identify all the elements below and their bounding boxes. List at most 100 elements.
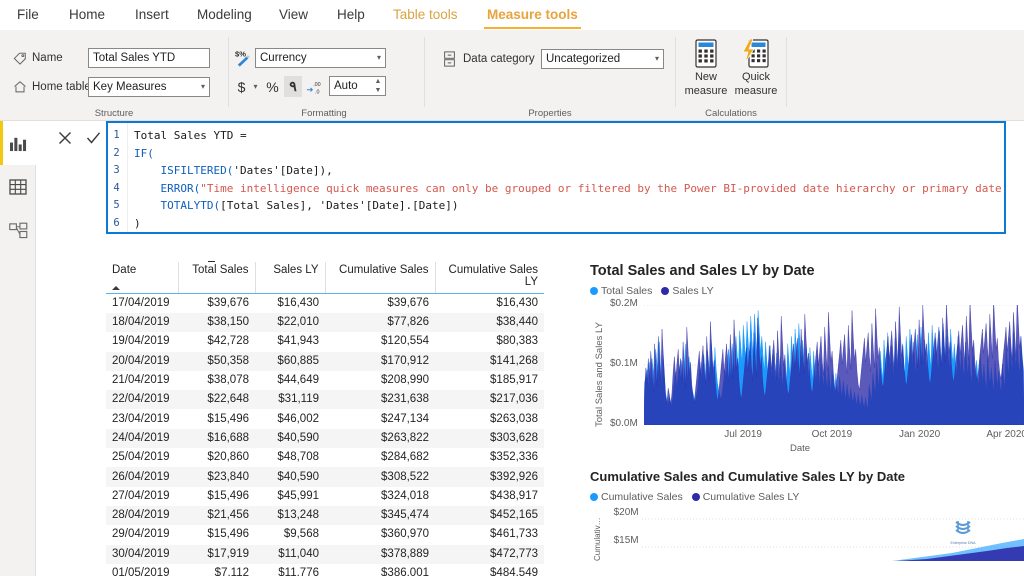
legend-label: Sales LY (672, 285, 714, 297)
table-row[interactable]: 25/04/2019 $20,860 $48,708 $284,682 $352,336 (106, 448, 544, 467)
format-type-select[interactable]: Currency ▾ (255, 48, 386, 68)
decimal-places-stepper[interactable]: ▲ ▼ (373, 78, 383, 95)
table-column-header-label: Date (112, 264, 137, 276)
ribbon-group-calculations: New measure Quick measure Calculations (676, 31, 786, 121)
measure-name-input[interactable]: Total Sales YTD (88, 48, 210, 68)
table-cell: $170,912 (325, 351, 435, 371)
sidebar-item-data-view[interactable] (0, 165, 36, 209)
table-column-header[interactable]: Cumulative Sales (325, 262, 436, 294)
table-header-row: Date Total Sales Sales LY Cumulative Sales C… (106, 262, 544, 294)
chart1-legend[interactable]: Total Sales Sales LY (590, 285, 1024, 297)
ribbon-group-caption-properties: Properties (528, 108, 572, 119)
ribbon-tab-view[interactable]: View (270, 0, 317, 31)
table-cell: $352,336 (490, 451, 538, 464)
dax-line-text: ISFILTERED('Dates'[Date]), (134, 162, 333, 180)
ribbon-tab-help[interactable]: Help (328, 0, 374, 31)
ribbon-tab-table-tools[interactable]: Table tools (384, 0, 467, 31)
data-category-icon (441, 50, 457, 68)
table-row[interactable]: 23/04/2019 $15,496 $46,002 $247,134 $263,038 (106, 409, 544, 428)
decimal-places-input[interactable]: Auto ▲ ▼ (329, 76, 386, 96)
ribbon-tab-insert[interactable]: Insert (126, 0, 178, 31)
table-column-header[interactable]: Sales LY (255, 262, 326, 294)
dax-token (134, 164, 161, 177)
table-cell: $15,496 (207, 528, 249, 541)
currency-dropdown-chevron-icon[interactable]: ▾ (250, 76, 261, 97)
table-row[interactable]: 30/04/2019 $17,919 $11,040 $378,889 $472,773 (106, 544, 544, 564)
ribbon-tab-modeling[interactable]: Modeling (188, 0, 261, 31)
table-cell: $40,590 (255, 428, 325, 449)
chart1-plot-area: Total Sales and Sales LY $0.0M $0.1M $0.2M… (590, 297, 1024, 454)
currency-format-button[interactable]: $ (234, 76, 249, 97)
ribbon-tab-home[interactable]: Home (60, 0, 114, 31)
table-row[interactable]: 18/04/2019 $38,150 $22,010 $77,826 $38,440 (106, 313, 544, 333)
chart1-x-tick: Jan 2020 (899, 429, 941, 440)
table-row[interactable]: 20/04/2019 $50,358 $60,885 $170,912 $141,268 (106, 351, 544, 371)
home-table-select[interactable]: Key Measures ▾ (88, 77, 210, 97)
table-row[interactable]: 21/04/2019 $38,078 $44,649 $208,990 $185,917 (106, 371, 544, 390)
legend-item-total-sales[interactable]: Total Sales (590, 285, 652, 297)
table-cell: $15,496 (207, 489, 249, 502)
legend-item-sales-ly[interactable]: Sales LY (661, 285, 714, 297)
table-cell: $39,676 (207, 297, 249, 309)
table-cell: 01/05/2019 (112, 567, 170, 576)
ribbon-tab-measure-tools[interactable]: Measure tools (478, 0, 587, 31)
table-cell: 20/04/2019 (106, 351, 178, 371)
dax-token: "Time intelligence quick measures can on… (200, 181, 1006, 195)
thousands-separator-button[interactable]: ٩ (284, 76, 302, 97)
table-row[interactable]: 27/04/2019 $15,496 $45,991 $324,018 $438,917 (106, 487, 544, 506)
sidebar-item-model-view[interactable] (0, 209, 36, 253)
table-cell: $38,150 (178, 313, 255, 333)
ribbon-group-caption-formatting: Formatting (301, 108, 347, 119)
dax-token: TOTALYTD( (160, 199, 221, 212)
legend-item-cumulative-sales-ly[interactable]: Cumulative Sales LY (691, 491, 799, 503)
table-cell: $39,676 (387, 297, 429, 309)
table-row[interactable]: 24/04/2019 $16,688 $40,590 $263,822 $303,628 (106, 428, 544, 449)
table-cell: $141,268 (435, 351, 544, 371)
table-row[interactable]: 17/04/2019 $39,676 $16,430 $39,676 $16,430 (106, 294, 544, 314)
table-row[interactable]: 19/04/2019 $42,728 $41,943 $120,554 $80,383 (106, 332, 544, 351)
table-cell: $11,040 (255, 544, 325, 564)
sort-ascending-icon (112, 286, 120, 290)
table-cell: $42,728 (207, 335, 249, 348)
line-number: 2 (113, 146, 120, 159)
chevron-down-icon: ▾ (200, 82, 205, 91)
chart1-y-axis-title: Total Sales and Sales LY (594, 322, 605, 427)
new-measure-button[interactable]: New measure (680, 35, 732, 97)
table-row[interactable]: 28/04/2019 $21,456 $13,248 $345,474 $452,165 (106, 505, 544, 526)
table-cell: $31,119 (255, 390, 325, 410)
quick-measure-button[interactable]: Quick measure (730, 35, 782, 97)
chevron-down-icon: ▾ (654, 54, 659, 63)
table-row[interactable]: 29/04/2019 $15,496 $9,568 $360,970 $461,733 (106, 525, 544, 544)
table-column-header[interactable]: Cumulative Sales LY (435, 262, 544, 294)
table-row[interactable]: 01/05/2019 $7,112 $11,776 $386,001 $484,549 (106, 564, 544, 576)
dax-code-editor[interactable]: 1 Total Sales YTD = 2 IF(3 ISFILTERED('Date… (106, 121, 1006, 234)
table-cell: $16,430 (496, 297, 538, 309)
table-column-header[interactable]: Total Sales (178, 262, 256, 294)
table-cell: $11,776 (278, 567, 319, 576)
model-relationships-icon (8, 222, 27, 239)
chart-total-sales-and-sales-ly[interactable]: Total Sales and Sales LY by Date Total S… (590, 262, 1024, 462)
table-cell: $303,628 (435, 428, 544, 449)
chart-cumulative-sales[interactable]: Cumulative Sales and Cumulative Sales LY… (590, 468, 1024, 576)
table-row[interactable]: 26/04/2019 $23,840 $40,590 $308,522 $392,926 (106, 467, 544, 487)
line-number: 1 (113, 129, 120, 141)
decimal-places-icon-button[interactable]: .00 .0 (305, 76, 325, 97)
ribbon-group-properties: Data category Uncategorized ▾ Properties (425, 31, 675, 121)
svg-text:$%: $% (235, 49, 246, 58)
accept-formula-button[interactable] (80, 127, 106, 149)
table-cell: $38,440 (435, 313, 544, 333)
legend-item-cumulative-sales[interactable]: Cumulative Sales (590, 491, 683, 503)
table-visual[interactable]: Date Total Sales Sales LY Cumulative Sales C… (106, 262, 544, 576)
cancel-formula-button[interactable] (52, 127, 78, 149)
table-column-header[interactable]: Date (106, 262, 179, 294)
data-category-select[interactable]: Uncategorized ▾ (541, 49, 664, 69)
data-table-icon (9, 179, 27, 195)
line-number: 5 (113, 199, 120, 211)
table-cell: $345,474 (325, 505, 435, 526)
sidebar-item-report-view[interactable] (0, 121, 36, 165)
table-cell: 23/04/2019 (112, 412, 170, 425)
ribbon-tab-file[interactable]: File (8, 0, 48, 31)
percent-format-button[interactable]: % (264, 76, 281, 97)
table-row[interactable]: 22/04/2019 $22,648 $31,119 $231,638 $217,036 (106, 390, 544, 410)
chart2-legend[interactable]: Cumulative Sales Cumulative Sales LY (590, 491, 1024, 503)
